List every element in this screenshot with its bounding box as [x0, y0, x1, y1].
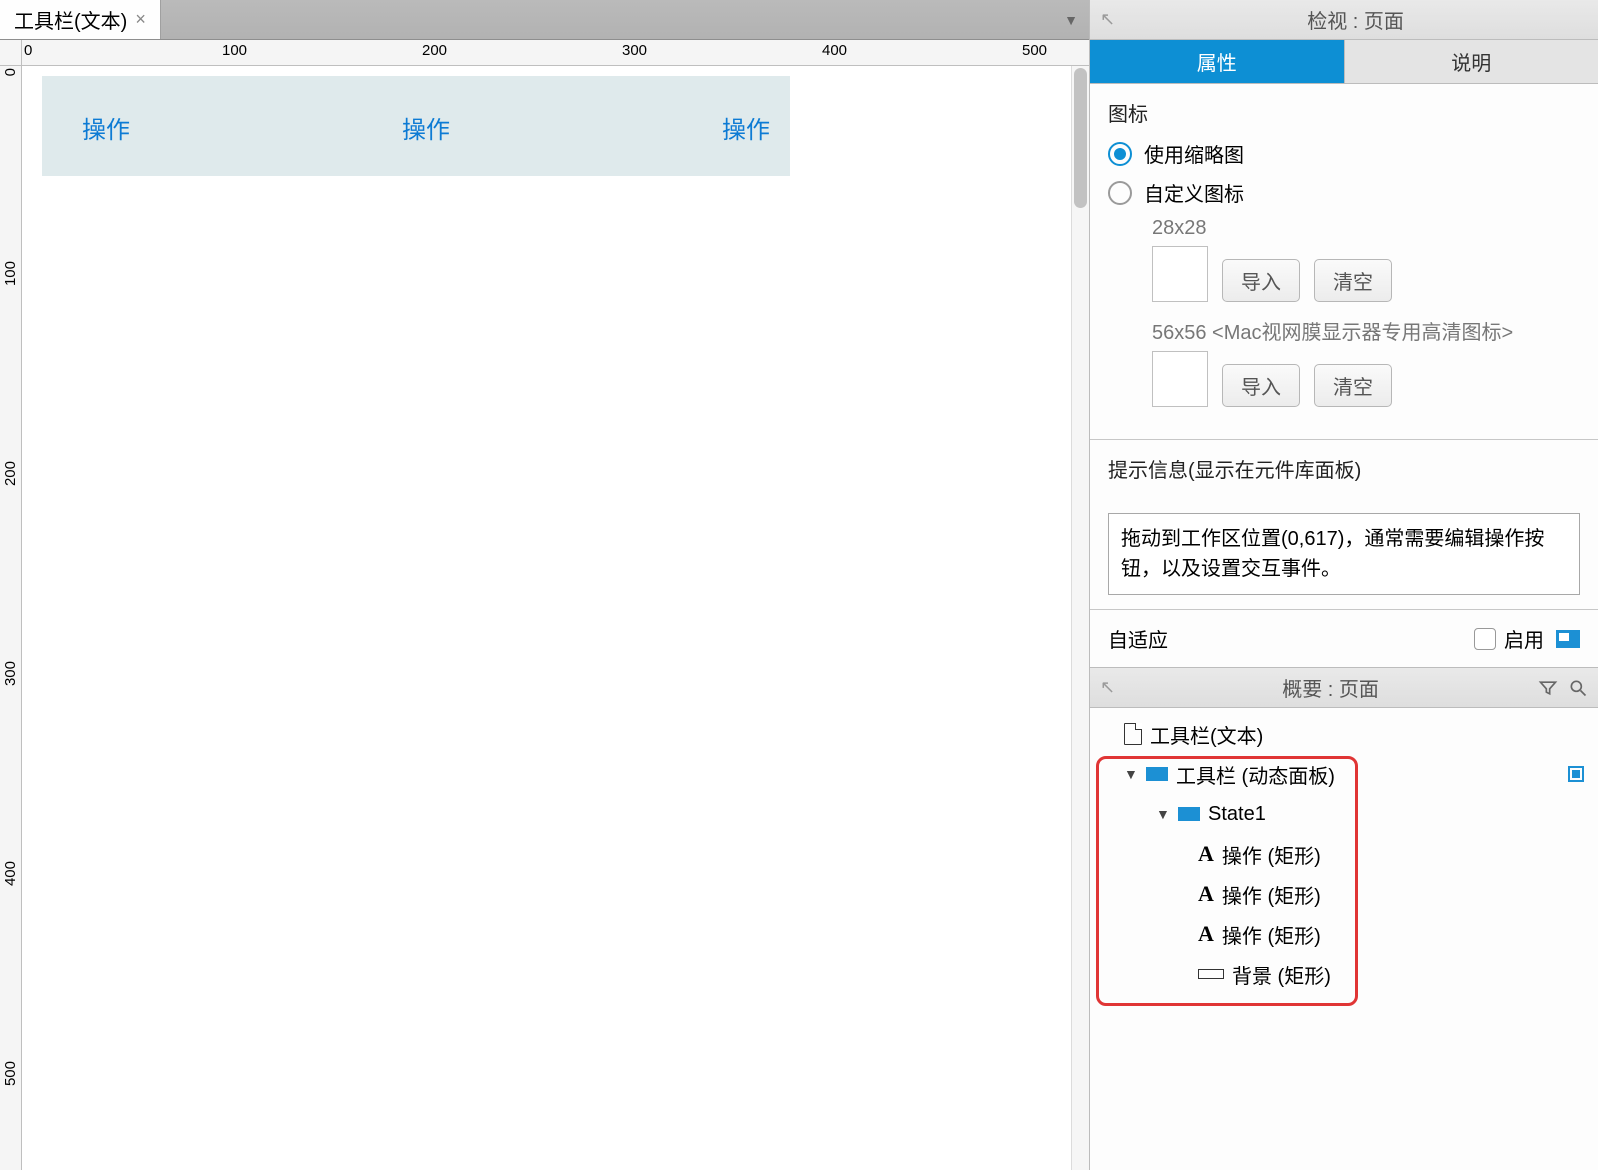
inspector-title: 检视 : 页面 [1123, 5, 1588, 34]
tabbar-spacer [161, 0, 1053, 39]
op-button-1[interactable]: 操作 [82, 110, 130, 145]
icon-section-title: 图标 [1108, 98, 1580, 127]
ruler-v-400: 400 [2, 861, 19, 886]
enable-label: 启用 [1504, 624, 1544, 653]
ruler-horizontal-row: 0 100 200 300 400 500 [0, 40, 1089, 66]
search-icon[interactable] [1568, 678, 1588, 698]
size-28-label: 28x28 [1152, 217, 1580, 240]
tab-description[interactable]: 说明 [1345, 40, 1598, 83]
collapse-icon[interactable]: ↖ [1100, 677, 1115, 698]
outline-item-2[interactable]: A 操作 (矩形) [1098, 874, 1590, 914]
text-icon: A [1198, 881, 1214, 907]
op-button-2[interactable]: 操作 [402, 110, 450, 145]
radio-custom-row[interactable]: 自定义图标 [1108, 178, 1580, 207]
toolbar-widget[interactable]: 操作 操作 操作 [42, 76, 790, 176]
outline-state-label: State1 [1208, 803, 1266, 826]
radio-thumbnail-label: 使用缩略图 [1144, 139, 1244, 168]
op-button-3[interactable]: 操作 [722, 110, 770, 145]
outline-dp-label: 工具栏 (动态面板) [1176, 760, 1335, 789]
text-icon: A [1198, 841, 1214, 867]
tab-properties[interactable]: 属性 [1090, 40, 1345, 83]
outline-item-4[interactable]: 背景 (矩形) [1098, 954, 1590, 994]
state-icon [1178, 807, 1200, 821]
radio-thumbnail-row[interactable]: 使用缩略图 [1108, 139, 1580, 168]
adaptive-label: 自适应 [1108, 624, 1168, 653]
design-canvas[interactable]: 操作 操作 操作 [22, 66, 1089, 1170]
outline-item-2-label: 操作 (矩形) [1222, 880, 1321, 909]
icon-28-block: 28x28 导入 清空 [1108, 217, 1580, 302]
ruler-horizontal[interactable]: 0 100 200 300 400 500 [22, 40, 1089, 65]
text-icon: A [1198, 921, 1214, 947]
ruler-h-0: 0 [24, 42, 32, 59]
outline-item-1[interactable]: A 操作 (矩形) [1098, 834, 1590, 874]
adaptive-preset-icon[interactable] [1556, 630, 1580, 648]
rectangle-icon [1198, 969, 1224, 979]
outline-item-1-label: 操作 (矩形) [1222, 840, 1321, 869]
outline-tree[interactable]: 工具栏(文本) ▼ 工具栏 (动态面板) ▼ State1 A 操作 (矩形) … [1090, 708, 1598, 1170]
icon-56-block: 56x56 <Mac视网膜显示器专用高清图标> 导入 清空 [1108, 316, 1580, 407]
clear-28-button[interactable]: 清空 [1314, 259, 1392, 302]
import-56-button[interactable]: 导入 [1222, 364, 1300, 407]
tab-overflow-dropdown[interactable]: ▼ [1053, 0, 1089, 39]
canvas-row: 0 100 200 300 400 500 操作 操作 操作 [0, 66, 1089, 1170]
tab-label: 工具栏(文本) [14, 5, 127, 34]
radio-custom[interactable] [1108, 181, 1132, 205]
enable-checkbox[interactable] [1474, 628, 1496, 650]
radio-custom-label: 自定义图标 [1144, 178, 1244, 207]
dynamic-panel-icon [1146, 767, 1168, 781]
hint-textarea[interactable]: 拖动到工作区位置(0,617)，通常需要编辑操作按钮，以及设置交互事件。 [1108, 513, 1580, 595]
import-28-button[interactable]: 导入 [1222, 259, 1300, 302]
inspector-tabs: 属性 说明 [1090, 40, 1598, 84]
radio-thumbnail[interactable] [1108, 142, 1132, 166]
outline-root-label: 工具栏(文本) [1150, 720, 1263, 749]
outline-state[interactable]: ▼ State1 [1098, 794, 1590, 834]
document-tabbar: 工具栏(文本) × ▼ [0, 0, 1089, 40]
disclosure-triangle-icon[interactable]: ▼ [1124, 766, 1138, 782]
ruler-h-200: 200 [422, 42, 447, 59]
side-panels: ↖ 检视 : 页面 属性 说明 图标 使用缩略图 自定义图标 28x28 导入 … [1089, 0, 1598, 1170]
outline-title: 概要 : 页面 [1123, 673, 1538, 702]
vertical-scrollbar[interactable] [1071, 66, 1089, 1170]
ruler-v-500: 500 [2, 1061, 19, 1086]
close-icon[interactable]: × [135, 9, 146, 30]
disclosure-triangle-icon[interactable]: ▼ [1156, 806, 1170, 822]
outline-root[interactable]: 工具栏(文本) [1098, 714, 1590, 754]
icon-56-swatch[interactable] [1152, 351, 1208, 407]
document-tab[interactable]: 工具栏(文本) × [0, 0, 161, 39]
ruler-h-500: 500 [1022, 42, 1047, 59]
collapse-icon[interactable]: ↖ [1100, 9, 1115, 30]
outline-item-3[interactable]: A 操作 (矩形) [1098, 914, 1590, 954]
ruler-v-0: 0 [2, 68, 19, 76]
ruler-v-300: 300 [2, 661, 19, 686]
outline-item-3-label: 操作 (矩形) [1222, 920, 1321, 949]
canvas-pane: 工具栏(文本) × ▼ 0 100 200 300 400 500 0 100 … [0, 0, 1089, 1170]
inspector-header: ↖ 检视 : 页面 [1090, 0, 1598, 40]
ruler-v-100: 100 [2, 261, 19, 286]
outline-panel: ↖ 概要 : 页面 工具栏(文本) ▼ 工具栏 (动态面板) ▼ [1090, 668, 1598, 1170]
hint-section: 提示信息(显示在元件库面板) 拖动到工作区位置(0,617)，通常需要编辑操作按… [1090, 440, 1598, 610]
icon-28-swatch[interactable] [1152, 246, 1208, 302]
size-56-label: 56x56 <Mac视网膜显示器专用高清图标> [1152, 316, 1580, 345]
hint-section-title: 提示信息(显示在元件库面板) [1108, 454, 1580, 483]
page-icon [1124, 723, 1142, 745]
clear-56-button[interactable]: 清空 [1314, 364, 1392, 407]
ruler-h-100: 100 [222, 42, 247, 59]
outline-dp[interactable]: ▼ 工具栏 (动态面板) [1098, 754, 1590, 794]
ruler-h-300: 300 [622, 42, 647, 59]
adaptive-section: 自适应 启用 [1090, 610, 1598, 668]
scroll-thumb[interactable] [1074, 68, 1087, 208]
outline-item-4-label: 背景 (矩形) [1232, 960, 1331, 989]
ruler-h-400: 400 [822, 42, 847, 59]
ruler-vertical[interactable]: 0 100 200 300 400 500 [0, 66, 22, 1170]
icon-section: 图标 使用缩略图 自定义图标 28x28 导入 清空 56x56 <Mac视网膜… [1090, 84, 1598, 440]
outline-header: ↖ 概要 : 页面 [1090, 668, 1598, 708]
selection-marker-icon [1568, 766, 1584, 782]
filter-icon[interactable] [1538, 678, 1558, 698]
ruler-corner [0, 40, 22, 65]
ruler-v-200: 200 [2, 461, 19, 486]
